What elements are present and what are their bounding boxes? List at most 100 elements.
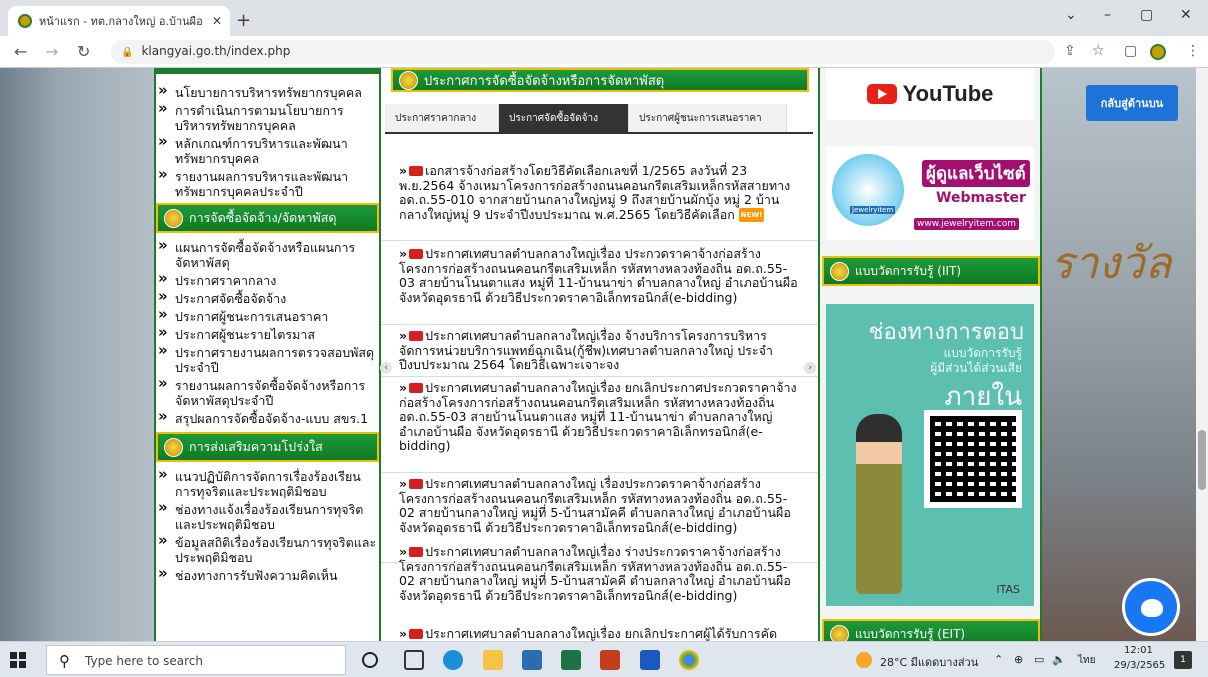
clock-time[interactable]: 12:01 [1124,645,1153,656]
procurement-section-header: การจัดซื้อจัดจ้าง/จัดหาพัสดุ [156,203,379,233]
procurement-section-title: การจัดซื้อจัดจ้าง/จัดหาพัสดุ [189,210,337,225]
site-favicon-icon [18,14,32,28]
notification-badge[interactable]: 1 [1174,651,1192,669]
hr-link[interactable]: หลักเกณฑ์การบริหารและพัฒนาทรัพยากรบุคคล [156,134,379,166]
share-icon[interactable]: ⇪ [1064,43,1076,59]
divider [381,240,818,241]
store-icon[interactable] [522,650,542,670]
clock-date[interactable]: 29/3/2565 [1114,660,1165,671]
announcement-item[interactable]: » ประกาศเทศบาลตำบลกลางใหญ่ เรื่องประกวดรา… [399,476,803,535]
powerpoint-icon[interactable] [600,650,620,670]
maximize-button[interactable]: ▢ [1140,7,1153,23]
url-field[interactable]: 🔒 klangyai.go.th/index.php [111,40,1055,64]
tab-median-price[interactable]: ประกาศราคากลาง [385,104,499,132]
hr-link[interactable]: การดำเนินการตามนโยบายการบริหารทรัพยากรบุ… [156,101,379,133]
new-badge: NEW! [738,207,765,223]
announcement-item[interactable]: » ประกาศเทศบาลตำบลกลางใหญ่เรื่อง ประกวดรา… [399,246,803,305]
transparency-link[interactable]: ช่องทางแจ้งเรื่องร้องเรียนการทุจริตและปร… [156,500,379,532]
minimize-button[interactable]: – [1104,7,1111,23]
browser-tab[interactable]: หน้าแรก - ทต.กลางใหญ่ อ.บ้านผือ จ.อ ✕ [8,6,230,36]
taskbar-search-placeholder: Type here to search [85,654,203,668]
input-language[interactable]: ไทย [1078,653,1095,668]
qr-code[interactable] [924,410,1022,508]
hr-links-list: นโยบายการบริหารทรัพยากรบุคคล การดำเนินกา… [156,74,379,199]
right-sidebar: YouTube Jewelryitem ผู้ดูแลเว็บไซต์ Webm… [818,68,1042,641]
edge-icon[interactable] [443,650,463,670]
page-scrollbar[interactable] [1196,68,1208,641]
procurement-link[interactable]: รายงานผลการจัดซื้อจัดจ้างหรือการจัดหาพัส… [156,376,379,408]
announcement-text: ประกาศเทศบาลตำบลกลางใหญ่เรื่อง จ้างบริกา… [399,328,773,372]
chrome-icon[interactable] [679,650,699,670]
webpage-viewport: รางวัล นโยบายการบริหารทรัพยากรบุคคล การด… [0,68,1208,641]
windows-start-icon[interactable] [10,652,26,668]
cortana-icon[interactable] [362,652,378,668]
windows-taskbar: ⚲ Type here to search 28°C มีแดดบางส่วน ⌃… [0,641,1208,677]
file-explorer-icon[interactable] [483,650,503,670]
tab-close-icon[interactable]: ✕ [212,14,230,28]
announcement-item[interactable]: » ประกาศเทศบาลตำบลกลางใหญ่เรื่อง จ้างบริก… [399,328,803,373]
emblem-icon [164,208,183,228]
close-window-button[interactable]: ✕ [1180,7,1192,23]
transparency-section-title: การส่งเสริมความโปร่งใส [189,439,323,454]
divider [381,472,818,473]
excel-icon[interactable] [561,650,581,670]
display-icon[interactable]: ▭ [1034,653,1044,666]
itas-logo: ITAS [996,583,1020,596]
procurement-link[interactable]: ประกาศผู้ชนะการเสนอราคา [156,307,379,324]
procurement-link[interactable]: ประกาศรายงานผลการตรวจสอบพัสดุประจำปี [156,343,379,375]
carousel-prev-button[interactable]: ‹ [380,362,392,374]
task-view-icon[interactable] [404,650,424,670]
transparency-link[interactable]: ข้อมูลสถิติเรื่องร้องเรียนการทุจริตและปร… [156,533,379,565]
iit-survey-banner[interactable]: ช่องทางการตอบ แบบวัดการรับรู้ ผู้มีส่วนไ… [826,304,1034,606]
youtube-text: YouTube [902,81,994,106]
transparency-links-list: แนวปฏิบัติการจัดการเรื่องร้องเรียนการทุจ… [156,462,379,583]
side-panel-icon[interactable]: ▢ [1124,43,1137,59]
menu-dots-icon[interactable]: ⋮ [1186,43,1200,59]
tray-chevron-icon[interactable]: ⌃ [994,653,1003,666]
announcement-text: เอกสารจ้างก่อสร้างโดยวิธีคัดเลือกเลขที่ … [399,163,791,222]
procurement-link[interactable]: สรุปผลการจัดซื้อจัดจ้าง-แบบ สขร.1 [156,409,379,426]
taskbar-search-input[interactable]: ⚲ Type here to search [46,645,346,675]
messenger-chat-icon[interactable] [1122,578,1180,636]
procurement-link[interactable]: ประกาศจัดซื้อจัดจ้าง [156,289,379,306]
word-icon[interactable] [640,650,660,670]
tab-procurement-notice[interactable]: ประกาศจัดซื้อจัดจ้าง [499,104,629,132]
network-icon[interactable]: ⊕ [1014,653,1023,666]
procurement-link[interactable]: แผนการจัดซื้อจัดจ้างหรือแผนการจัดหาพัสดุ [156,238,379,270]
procurement-link[interactable]: ประกาศผู้ชนะรายไตรมาส [156,325,379,342]
new-tab-button[interactable]: + [236,10,251,31]
transparency-link[interactable]: แนวปฏิบัติการจัดการเรื่องร้องเรียนการทุจ… [156,467,379,499]
tab-search-icon[interactable]: ⌄ [1065,7,1077,23]
lock-icon: 🔒 [121,47,134,58]
announcement-item[interactable]: » ประกาศเทศบาลตำบลกลางใหญ่เรื่อง ยกเลิกปร… [399,626,803,641]
weather-text[interactable]: 28°C มีแดดบางส่วน [880,653,978,671]
weather-icon [856,652,872,668]
carousel-next-button[interactable]: › [804,362,816,374]
tab-bid-winners[interactable]: ประกาศผู้ชนะการเสนอราคา [629,104,787,132]
profile-avatar[interactable] [1150,44,1166,60]
back-arrow-icon[interactable]: ← [14,42,27,61]
emblem-icon [830,261,849,281]
bookmark-star-icon[interactable]: ☆ [1092,43,1105,59]
back-to-top-button[interactable]: กลับสู่ด้านบน [1086,85,1178,121]
webmaster-label: Webmaster [936,190,1026,206]
webmaster-url: www.jewelryitem.com [914,218,1019,230]
volume-muted-icon[interactable]: 🔈 [1052,653,1066,666]
youtube-banner[interactable]: YouTube [826,68,1034,120]
procurement-link[interactable]: ประกาศราคากลาง [156,271,379,288]
reload-icon[interactable]: ↻ [77,42,90,61]
pdf-icon [409,166,424,176]
emblem-icon [830,624,849,641]
scrollbar-thumb[interactable] [1198,430,1206,490]
hr-link[interactable]: รายงานผลการบริหารและพัฒนาทรัพยากรบุคคลปร… [156,167,379,199]
forward-arrow-icon[interactable]: → [45,42,58,61]
hr-link[interactable]: นโยบายการบริหารทรัพยากรบุคคล [156,83,379,100]
announcement-item[interactable]: » ประกาศเทศบาลตำบลกลางใหญ่เรื่อง ร่างประก… [399,544,803,603]
webmaster-banner[interactable]: Jewelryitem ผู้ดูแลเว็บไซต์ Webmaster ww… [826,146,1034,240]
announcements-title: ประกาศการจัดซื้อจัดจ้างหรือการจัดหาพัสดุ [424,73,665,89]
transparency-link[interactable]: ช่องทางการรับฟังความคิดเห็น [156,566,379,583]
announcement-text: ประกาศเทศบาลตำบลกลางใหญ่ เรื่องประกวดราค… [399,476,791,535]
background-photo [1041,68,1208,641]
announcement-item[interactable]: » เอกสารจ้างก่อสร้างโดยวิธีคัดเลือกเลขที่… [399,163,803,223]
announcement-item[interactable]: » ประกาศเทศบาลตำบลกลางใหญ่เรื่อง ยกเลิกปร… [399,380,803,454]
